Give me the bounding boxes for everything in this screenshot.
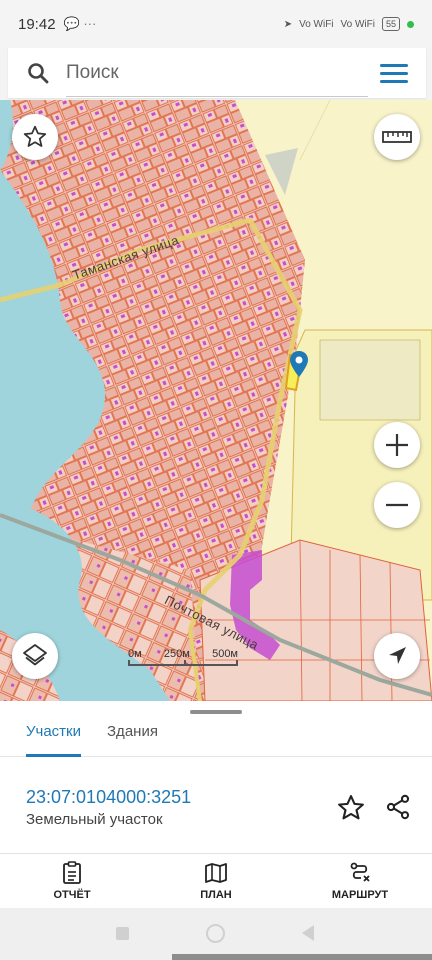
- report-icon: [63, 861, 81, 884]
- tab-parcels[interactable]: Участки: [26, 719, 81, 757]
- scale-label-2: 500м: [212, 648, 238, 660]
- scale-label-0: 0м: [128, 648, 142, 660]
- signal-2: Vo WiFi: [340, 18, 375, 30]
- scale-label-1: 250м: [163, 648, 190, 660]
- info-sheet: Участки Здания 23:07:0104000:3251 Земель…: [0, 701, 432, 908]
- route-icon: [350, 862, 370, 882]
- search-input[interactable]: Поиск: [66, 49, 368, 97]
- zoom-in-icon: [386, 434, 408, 456]
- zoom-in-button[interactable]: [374, 422, 420, 468]
- route-button[interactable]: МАРШРУТ: [288, 854, 432, 908]
- share-icon[interactable]: [384, 793, 412, 821]
- tab-buildings[interactable]: Здания: [107, 719, 158, 757]
- sheet-tabs: Участки Здания: [0, 719, 432, 757]
- map-pin-icon[interactable]: [289, 350, 309, 378]
- search-bar[interactable]: Поиск: [8, 48, 426, 98]
- plan-label: ПЛАН: [200, 889, 232, 901]
- status-bar: 19:42 💬 ··· ➤ Vo WiFi Vo WiFi 55: [0, 0, 432, 48]
- ruler-icon: [382, 131, 412, 143]
- map-scale: 0м 250м 500м: [128, 648, 238, 666]
- notification-icons: 💬 ···: [63, 16, 97, 31]
- star-icon: [23, 125, 47, 147]
- cadastral-map[interactable]: Таманская улица Почтовая улица 0м 250м 5…: [0, 100, 432, 701]
- menu-icon[interactable]: [380, 63, 408, 83]
- location-icon: ➤: [283, 18, 293, 30]
- plan-button[interactable]: ПЛАН: [144, 854, 288, 908]
- favorite-button[interactable]: [12, 114, 58, 160]
- status-time: 19:42: [18, 15, 56, 33]
- sheet-drag-handle[interactable]: [190, 710, 242, 714]
- locate-icon: [389, 647, 406, 664]
- battery-icon: 55: [381, 17, 400, 31]
- report-button[interactable]: ОТЧЁТ: [0, 854, 144, 908]
- scale-bar: [128, 660, 238, 666]
- system-nav-bar: [0, 908, 432, 960]
- my-location-button[interactable]: [374, 633, 420, 679]
- plan-icon: [205, 863, 227, 883]
- recents-button[interactable]: [116, 927, 129, 940]
- measure-button[interactable]: [374, 114, 420, 160]
- route-label: МАРШРУТ: [331, 889, 389, 901]
- action-bar: ОТЧЁТ ПЛАН МАРШРУТ: [0, 853, 432, 908]
- parcel-type: Земельный участок: [26, 811, 163, 828]
- layers-icon: [23, 644, 47, 666]
- search-icon[interactable]: [26, 61, 50, 85]
- star-icon[interactable]: [336, 793, 366, 823]
- map-canvas[interactable]: [0, 100, 432, 701]
- parcel-cadastral-number[interactable]: 23:07:0104000:3251: [26, 787, 191, 808]
- home-button[interactable]: [206, 924, 225, 943]
- gesture-indicator: [172, 954, 432, 960]
- report-label: ОТЧЁТ: [53, 889, 91, 901]
- status-right: ➤ Vo WiFi Vo WiFi 55: [284, 17, 414, 31]
- signal-1: Vo WiFi: [299, 18, 334, 30]
- back-button[interactable]: [302, 925, 314, 941]
- privacy-dot: [407, 20, 414, 28]
- zoom-out-icon: [386, 503, 408, 507]
- layers-button[interactable]: [12, 633, 58, 679]
- zoom-out-button[interactable]: [374, 482, 420, 528]
